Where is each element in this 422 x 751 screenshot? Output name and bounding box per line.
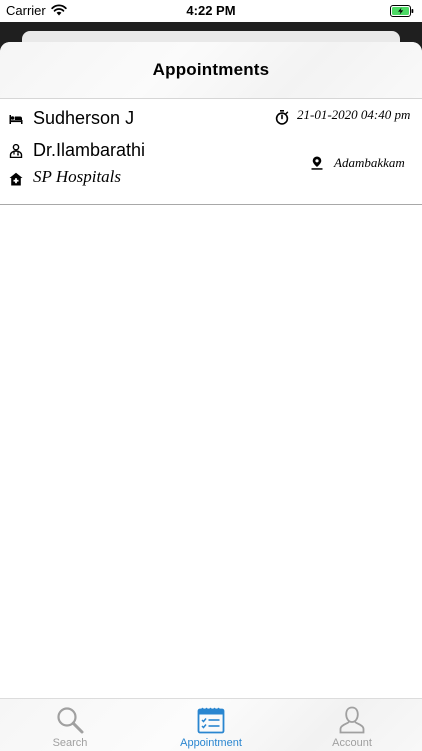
status-bar: Carrier 4:22 PM <box>0 0 422 22</box>
calendar-icon <box>197 707 225 734</box>
tab-appointment[interactable]: Appointment <box>141 699 281 751</box>
stopwatch-icon <box>275 110 289 125</box>
tab-search-label: Search <box>52 737 88 749</box>
doctor-name: Dr.Ilambarathi <box>33 140 146 160</box>
location-pin-icon <box>311 156 323 170</box>
battery-charging-icon <box>390 5 414 17</box>
tab-search[interactable]: Search <box>0 699 140 751</box>
patient-name: Sudherson J <box>33 108 135 128</box>
search-icon <box>57 707 84 734</box>
tab-account[interactable]: Account <box>282 699 422 751</box>
tab-appointment-label: Appointment <box>180 737 242 749</box>
hospital-icon <box>9 172 23 186</box>
status-time: 4:22 PM <box>186 3 236 18</box>
tab-bar: Search Appointment Account <box>0 698 422 751</box>
appointment-location: Adambakkam <box>334 155 405 170</box>
hospital-bed-icon <box>9 115 23 124</box>
doctor-icon <box>9 144 23 158</box>
navigation-bar: Appointments <box>0 42 422 99</box>
user-icon <box>339 706 365 734</box>
appointment-datetime: 21-01-2020 04:40 pm <box>297 107 411 122</box>
page-title: Appointments <box>152 60 270 79</box>
tab-account-label: Account <box>332 737 372 749</box>
hospital-name: SP Hospitals <box>33 167 122 186</box>
appointments-sheet: Appointments Sudherson J 21-01-2020 04:4… <box>0 42 422 750</box>
appointment-card[interactable]: Sudherson J 21-01-2020 04:40 pm Dr.Ilamb… <box>0 99 422 205</box>
